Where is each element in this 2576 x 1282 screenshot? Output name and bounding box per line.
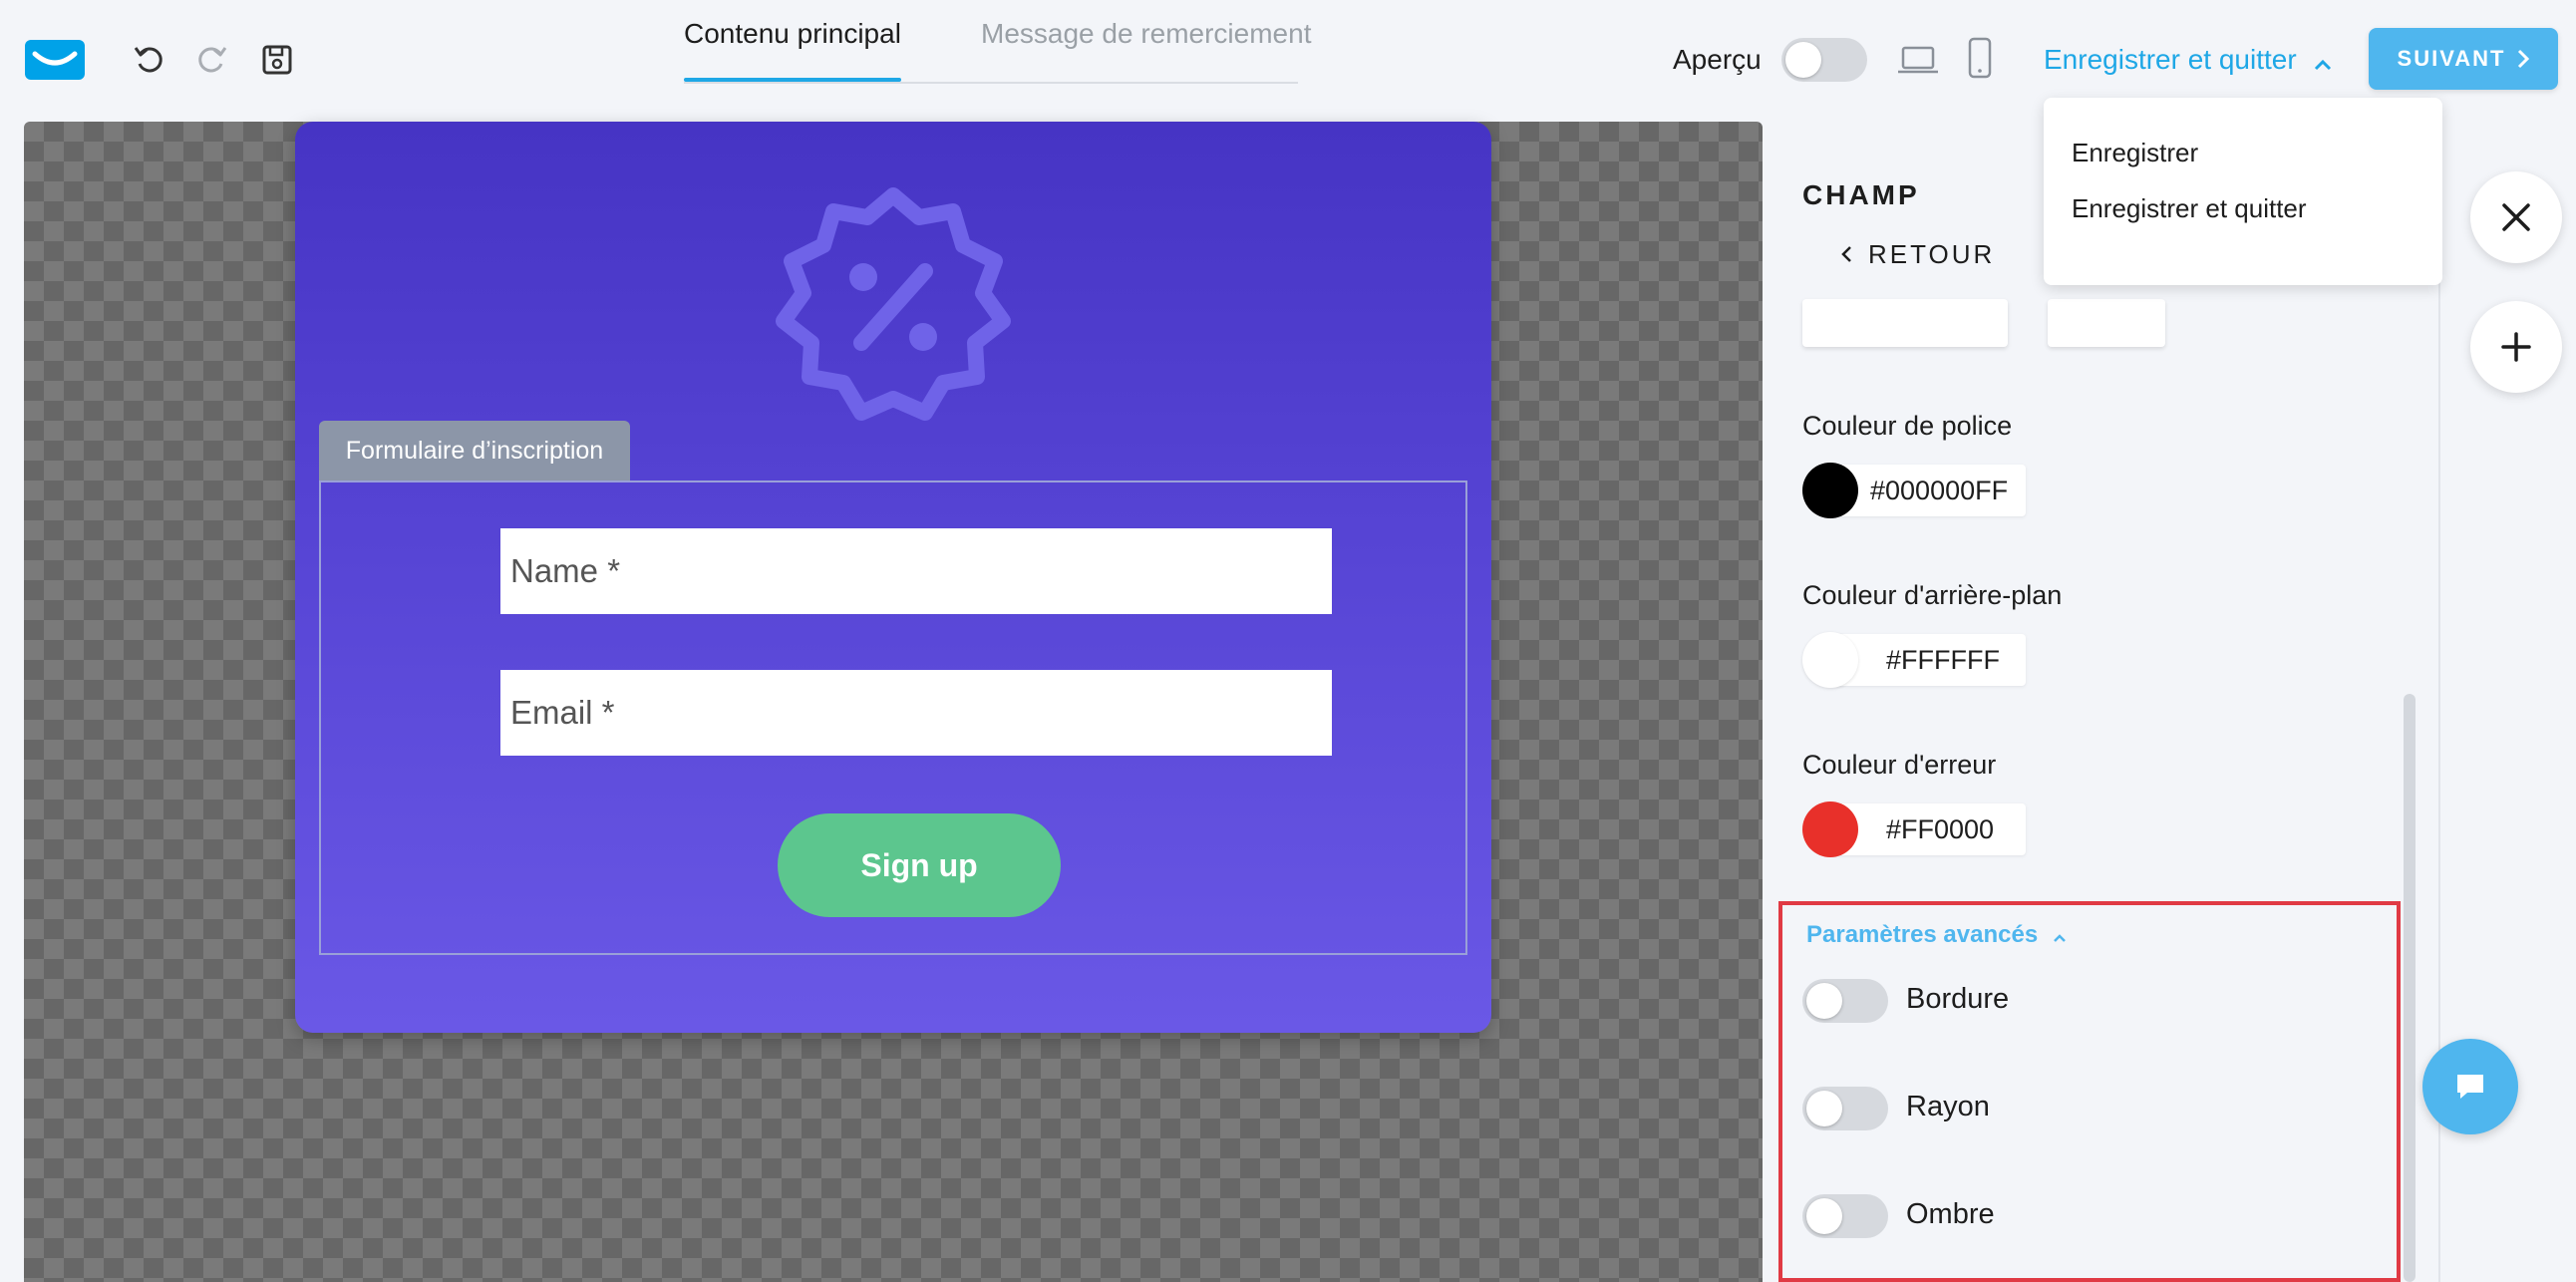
laptop-icon[interactable] bbox=[1896, 40, 1940, 80]
toggle-knob bbox=[1806, 983, 1842, 1019]
advanced-settings-section: Paramètres avancés Bordure Rayon Ombre bbox=[1778, 901, 2401, 1282]
preview-toggle[interactable] bbox=[1781, 38, 1867, 82]
background-color-picker: #FFFFFF bbox=[1802, 632, 2026, 688]
radius-label: Rayon bbox=[1906, 1091, 1990, 1122]
border-toggle[interactable] bbox=[1802, 979, 1888, 1023]
font-size-select[interactable] bbox=[1802, 299, 2008, 347]
toggle-knob bbox=[1785, 42, 1821, 78]
save-dropdown-menu: Enregistrer Enregistrer et quitter bbox=[2044, 98, 2442, 285]
save-and-quit-menu[interactable]: Enregistrer et quitter bbox=[2044, 44, 2332, 78]
next-button-label: SUIVANT bbox=[2397, 46, 2506, 71]
back-button[interactable]: RETOUR bbox=[1840, 239, 1995, 270]
form-tag[interactable]: Formulaire d’inscription bbox=[319, 421, 630, 481]
signup-button[interactable]: Sign up bbox=[778, 813, 1061, 917]
settings-panel: CHAMP RETOUR Couleur de police #000000FF… bbox=[1774, 122, 2440, 1282]
save-icon[interactable] bbox=[257, 40, 297, 80]
redo-icon[interactable] bbox=[191, 40, 231, 80]
name-field[interactable]: Name * bbox=[500, 528, 1332, 614]
shadow-option: Ombre bbox=[1802, 1194, 2201, 1238]
toggle-knob bbox=[1806, 1198, 1842, 1234]
shadow-label: Ombre bbox=[1906, 1198, 1995, 1230]
toggle-knob bbox=[1806, 1091, 1842, 1126]
border-option: Bordure bbox=[1802, 979, 2201, 1023]
popup-preview[interactable]: Formulaire d’inscription Name * Email * … bbox=[295, 122, 1491, 1033]
menu-item-save-and-quit[interactable]: Enregistrer et quitter bbox=[2072, 193, 2307, 224]
advanced-settings-toggle[interactable]: Paramètres avancés bbox=[1806, 921, 2067, 950]
radius-option: Rayon bbox=[1802, 1087, 2201, 1130]
error-color-input[interactable]: #FF0000 bbox=[1830, 803, 2026, 855]
mobile-icon[interactable] bbox=[1960, 37, 2000, 79]
chevron-left-icon bbox=[1840, 239, 1852, 270]
panel-title: CHAMP bbox=[1802, 179, 1920, 210]
chevron-up-icon bbox=[2053, 922, 2067, 950]
font-style-buttons[interactable] bbox=[2048, 299, 2165, 347]
chevron-up-icon bbox=[2314, 46, 2332, 78]
font-color-swatch[interactable] bbox=[1802, 463, 1858, 518]
logo-icon[interactable] bbox=[25, 40, 85, 80]
signup-form[interactable]: Name * Email * Sign up bbox=[319, 481, 1467, 955]
undo-icon[interactable] bbox=[130, 40, 169, 80]
font-color-label: Couleur de police bbox=[1802, 411, 2013, 441]
border-label: Bordure bbox=[1906, 983, 2010, 1015]
chevron-right-icon bbox=[2517, 49, 2530, 69]
background-color-input[interactable]: #FFFFFF bbox=[1830, 634, 2026, 686]
background-color-swatch[interactable] bbox=[1802, 632, 1858, 688]
add-button[interactable] bbox=[2470, 301, 2562, 393]
email-field[interactable]: Email * bbox=[500, 670, 1332, 756]
chat-icon bbox=[2453, 1071, 2487, 1103]
plus-icon bbox=[2500, 331, 2532, 363]
menu-item-save[interactable]: Enregistrer bbox=[2072, 138, 2198, 168]
radius-toggle[interactable] bbox=[1802, 1087, 1888, 1130]
back-label: RETOUR bbox=[1868, 239, 1996, 269]
background-color-label: Couleur d'arrière-plan bbox=[1802, 580, 2063, 610]
discount-badge-icon bbox=[770, 181, 1017, 434]
error-color-swatch[interactable] bbox=[1802, 801, 1858, 857]
active-tab-indicator bbox=[684, 78, 901, 82]
panel-scrollbar[interactable] bbox=[2404, 694, 2415, 1282]
shadow-toggle[interactable] bbox=[1802, 1194, 1888, 1238]
error-color-label: Couleur d'erreur bbox=[1802, 750, 1997, 780]
close-icon bbox=[2500, 201, 2532, 233]
tab-main-content[interactable]: Contenu principal bbox=[684, 18, 901, 50]
tab-thank-you-message[interactable]: Message de remerciement bbox=[981, 18, 1311, 50]
tab-bar: Contenu principal Message de remerciemen… bbox=[684, 0, 1311, 84]
next-button[interactable]: SUIVANT bbox=[2369, 28, 2558, 90]
font-color-picker: #000000FF bbox=[1802, 463, 2026, 518]
advanced-settings-title: Paramètres avancés bbox=[1806, 921, 2039, 948]
font-color-input[interactable]: #000000FF bbox=[1830, 465, 2026, 516]
preview-label: Aperçu bbox=[1673, 44, 1762, 75]
chat-button[interactable] bbox=[2422, 1039, 2518, 1134]
save-and-quit-label: Enregistrer et quitter bbox=[2044, 44, 2297, 75]
close-button[interactable] bbox=[2470, 171, 2562, 263]
error-color-picker: #FF0000 bbox=[1802, 801, 2026, 857]
